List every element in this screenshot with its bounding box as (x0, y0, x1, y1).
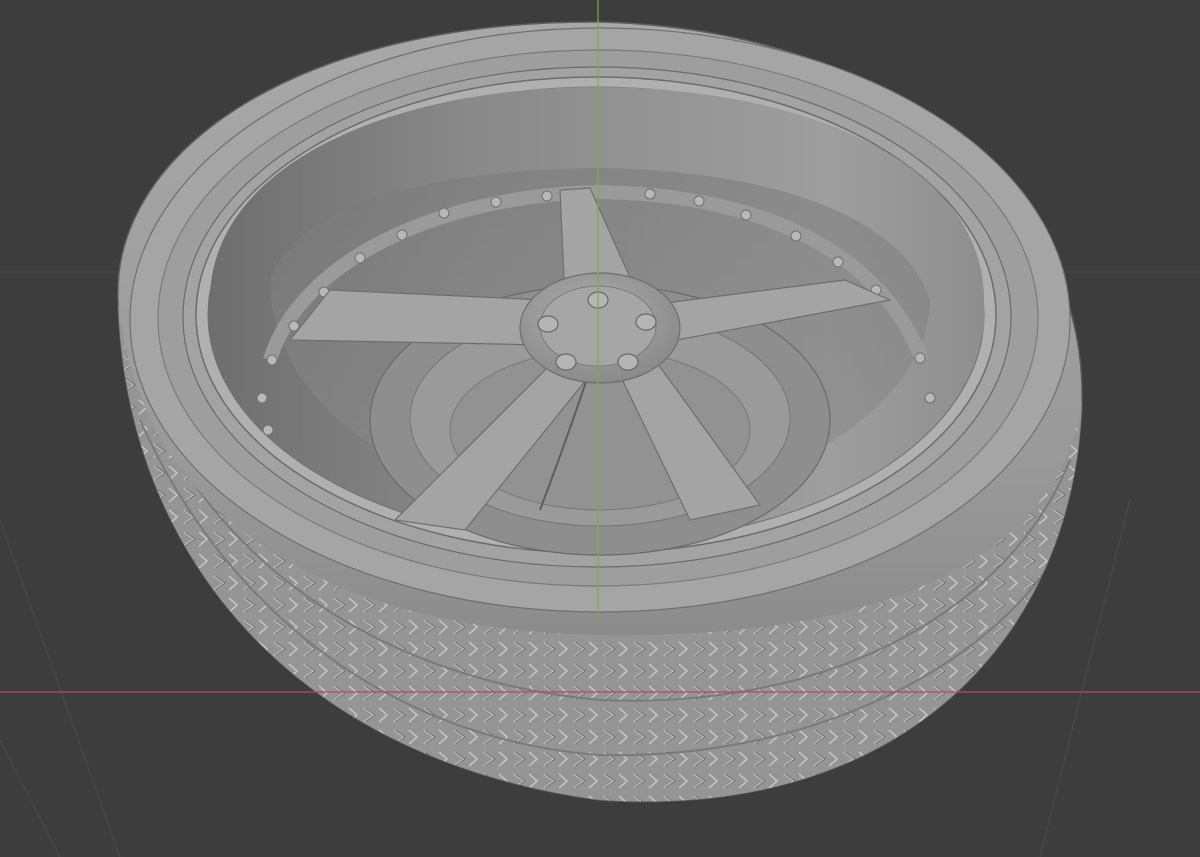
3d-viewport[interactable] (0, 0, 1200, 857)
spoke (288, 289, 549, 346)
viewport-canvas[interactable] (0, 0, 1200, 857)
